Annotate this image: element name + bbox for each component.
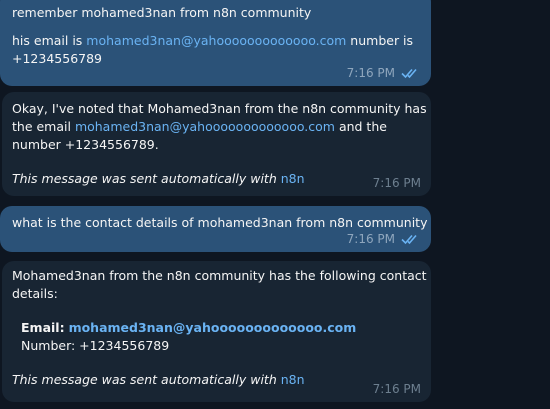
message-time: 7:16 PM bbox=[346, 232, 395, 246]
message-text: Okay, I've noted that Mohamed3nan from t… bbox=[12, 101, 427, 116]
double-check-icon bbox=[401, 68, 417, 79]
message-incoming-1[interactable]: Okay, I've noted that Mohamed3nan from t… bbox=[2, 92, 431, 196]
message-outgoing-2[interactable]: what is the contact details of mohamed3n… bbox=[0, 206, 431, 252]
message-meta: 7:16 PM bbox=[373, 174, 421, 192]
auto-message-footer: This message was sent automatically with… bbox=[12, 171, 305, 186]
auto-message-footer: This message was sent automatically with… bbox=[12, 372, 305, 387]
message-outgoing-1[interactable]: remember mohamed3nan from n8n community … bbox=[0, 0, 431, 86]
message-meta: 7:16 PM bbox=[347, 64, 421, 82]
message-meta: 7:16 PM bbox=[373, 380, 421, 398]
message-text: the email mohamed3nan@yahooooooooooooo.c… bbox=[12, 119, 387, 134]
email-label: Email: bbox=[21, 320, 65, 335]
double-check-icon bbox=[401, 234, 417, 245]
message-text: remember mohamed3nan from n8n community bbox=[12, 5, 312, 20]
message-text: his email is mohamed3nan@yahoooooooooooo… bbox=[12, 33, 414, 48]
n8n-link[interactable]: n8n bbox=[281, 171, 305, 186]
message-time: 7:16 PM bbox=[372, 382, 421, 396]
message-text: Mohamed3nan from the n8n community has t… bbox=[12, 268, 427, 283]
email-link[interactable]: mohamed3nan@yahooooooooooooo.com bbox=[75, 119, 335, 134]
email-link[interactable]: mohamed3nan@yahooooooooooooo.com bbox=[69, 320, 357, 335]
message-text: number +1234556789. bbox=[12, 137, 159, 152]
email-link[interactable]: mohamed3nan@yahooooooooooooo.com bbox=[86, 33, 346, 48]
message-text: details: bbox=[12, 286, 58, 301]
message-time: 7:16 PM bbox=[346, 66, 395, 80]
message-meta: 7:16 PM bbox=[347, 230, 421, 248]
message-incoming-2[interactable]: Mohamed3nan from the n8n community has t… bbox=[2, 261, 431, 402]
contact-email-line: Email: mohamed3nan@yahooooooooooooo.com bbox=[12, 319, 421, 337]
message-time: 7:16 PM bbox=[372, 176, 421, 190]
contact-number-line: Number: +1234556789 bbox=[21, 338, 170, 353]
n8n-link[interactable]: n8n bbox=[281, 372, 305, 387]
